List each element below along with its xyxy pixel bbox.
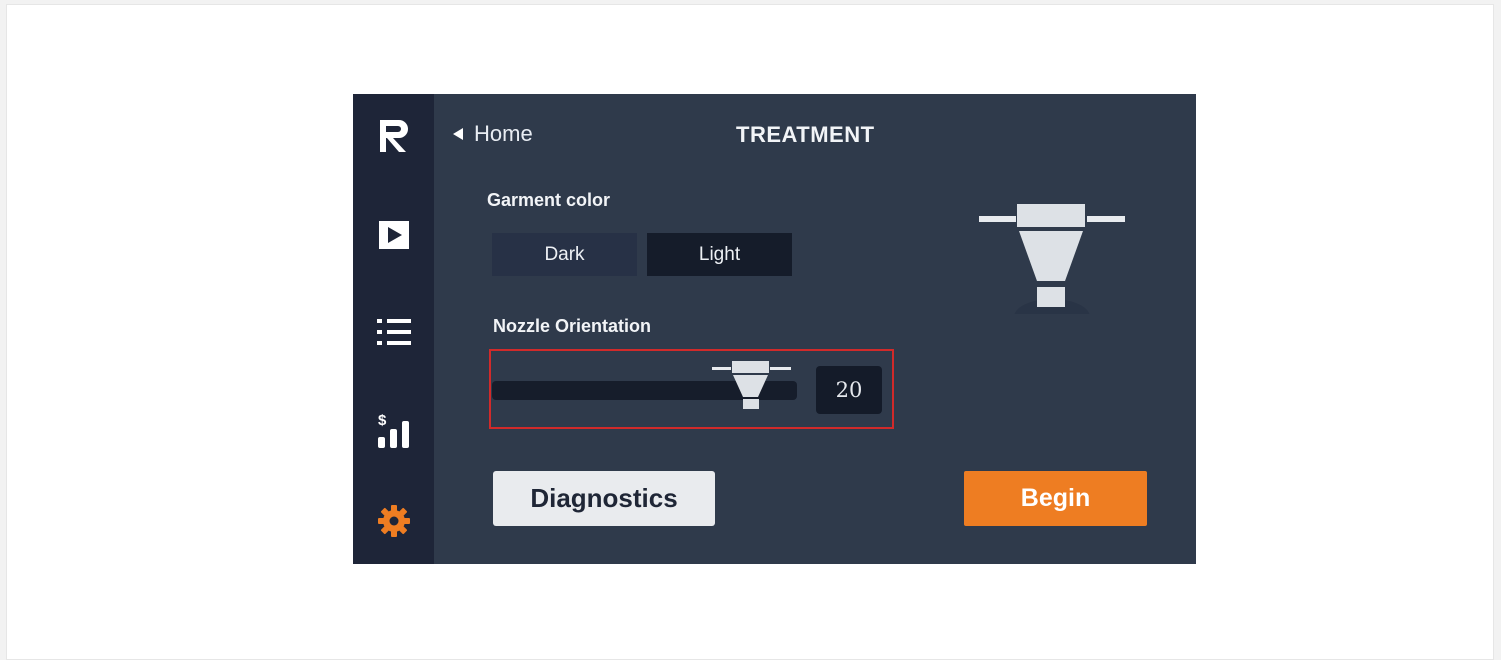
sidebar: $ xyxy=(353,94,434,564)
brand-logo-icon[interactable] xyxy=(353,106,434,166)
cost-chart-icon[interactable]: $ xyxy=(353,401,434,461)
nozzle-thumb-icon xyxy=(712,361,791,409)
home-back-button[interactable]: Home xyxy=(452,120,533,148)
nozzle-orientation-label: Nozzle Orientation xyxy=(493,316,652,336)
page-title: TREATMENT xyxy=(736,122,875,147)
play-icon[interactable] xyxy=(353,205,434,265)
garment-color-dark-button[interactable]: Dark xyxy=(492,233,637,276)
nozzle-preview-icon xyxy=(979,199,1125,335)
dollar-glyph: $ xyxy=(378,412,387,429)
nozzle-orientation-value: 20 xyxy=(816,366,882,414)
device-screen: $ Home TREATMENT Garment color Dark Ligh… xyxy=(353,94,1196,564)
begin-button[interactable]: Begin xyxy=(964,471,1147,526)
list-icon[interactable] xyxy=(353,302,434,362)
garment-color-label: Garment color xyxy=(487,190,611,210)
screenshot-frame: $ Home TREATMENT Garment color Dark Ligh… xyxy=(6,4,1494,660)
treatment-panel: Home TREATMENT Garment color Dark Light … xyxy=(434,94,1196,564)
home-label: Home xyxy=(474,121,533,146)
back-arrow-icon xyxy=(453,128,463,140)
diagnostics-button[interactable]: Diagnostics xyxy=(493,471,715,526)
nozzle-slider-thumb[interactable] xyxy=(712,358,794,420)
gear-icon[interactable] xyxy=(353,491,434,551)
garment-color-light-button[interactable]: Light xyxy=(647,233,792,276)
